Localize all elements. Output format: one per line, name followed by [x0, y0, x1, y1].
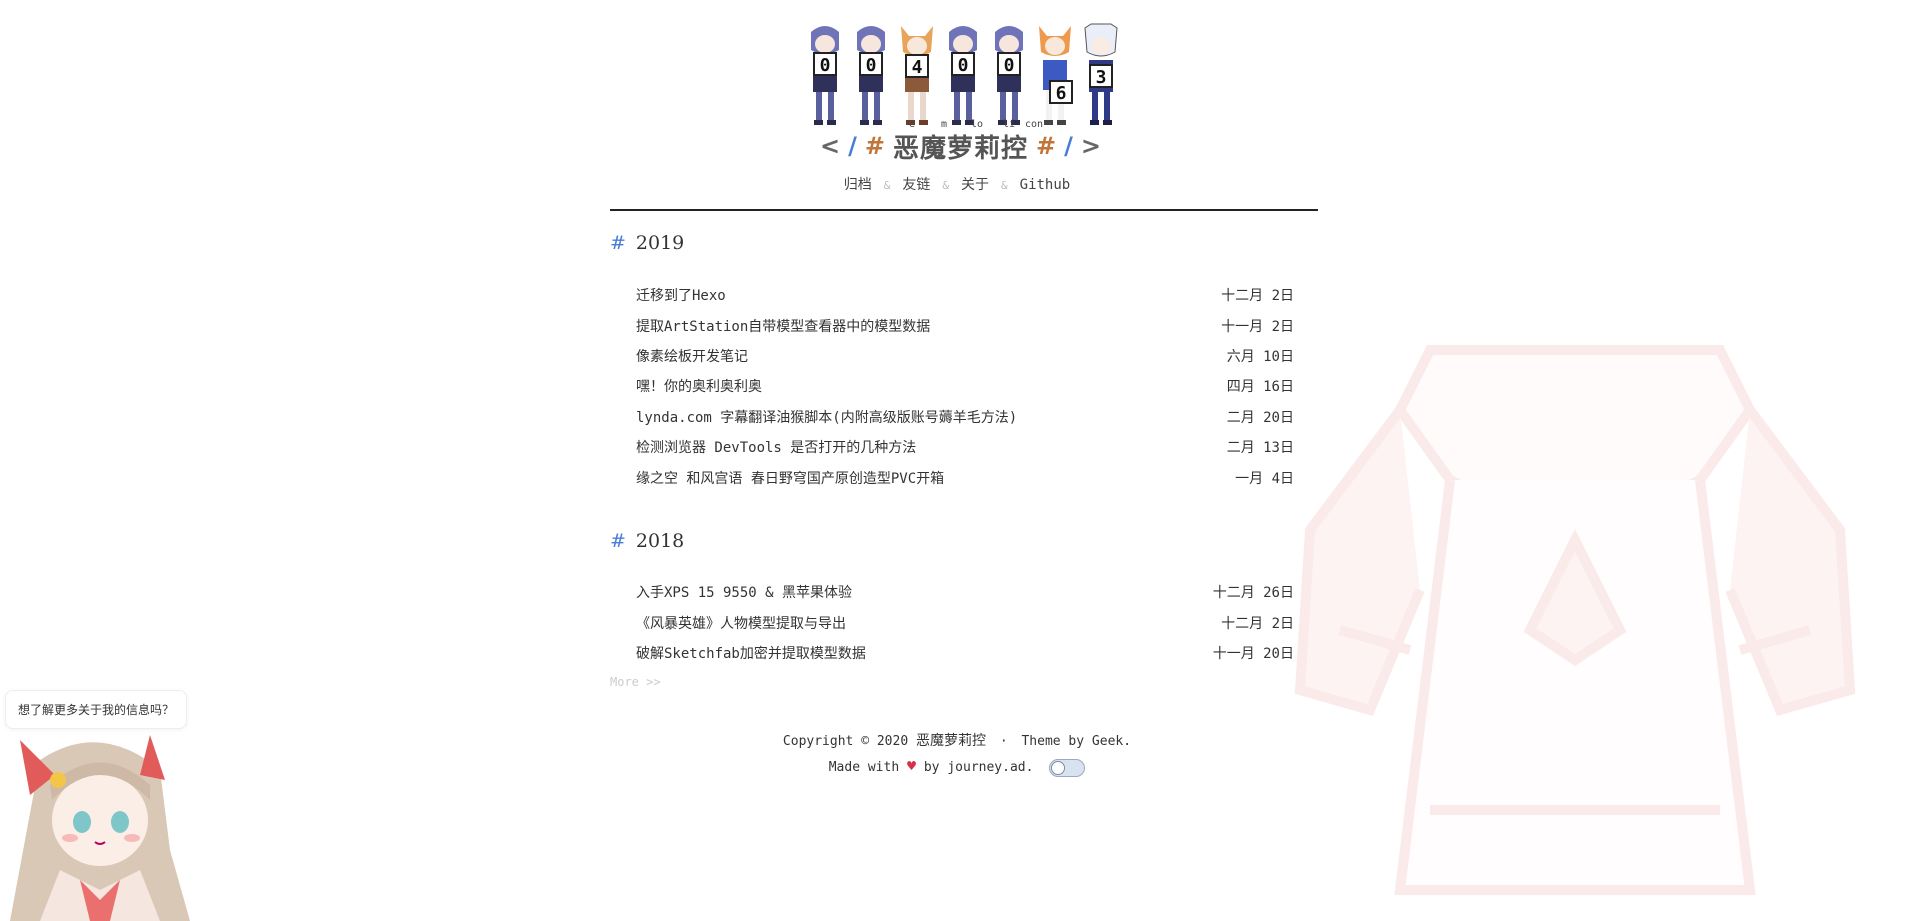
post-title[interactable]: 《风暴英雄》人物模型提取与导出	[636, 613, 846, 633]
post-list-2019: 迁移到了Hexo 十二月 2日 提取ArtStation自带模型查看器中的模型数据…	[636, 280, 1294, 493]
heart-icon: ♥	[907, 757, 917, 775]
year-label: 2019	[635, 232, 685, 254]
counter-girl-figure	[1039, 26, 1071, 125]
nav-separator: &	[942, 179, 950, 192]
post-list-2018: 入手XPS 15 9550 & 黑苹果体验 十二月 26日 《风暴英雄》人物模型提…	[636, 577, 1294, 668]
counter-digit: 0	[997, 52, 1021, 76]
year-hash: #	[610, 232, 626, 254]
counter-digit: 0	[859, 52, 883, 76]
year-label: 2018	[635, 530, 685, 552]
slash-mark: /	[848, 132, 857, 160]
post-date: 二月 20日	[1226, 409, 1294, 426]
left-bracket: <	[820, 132, 841, 160]
post-item[interactable]: 破解Sketchfab加密并提取模型数据 十一月 20日	[636, 638, 1294, 668]
post-title[interactable]: lynda.com 字幕翻译油猴脚本(内附高级版账号薅羊毛方法)	[636, 407, 1017, 427]
post-date: 十一月 20日	[1212, 645, 1294, 662]
right-bracket: >	[1080, 132, 1101, 160]
post-item[interactable]: 迁移到了Hexo 十二月 2日	[636, 280, 1294, 310]
nav-about[interactable]: 关于	[961, 177, 989, 193]
by-text: by journey.ad.	[923, 760, 1034, 775]
main-nav: 归档 & 友链 & 关于 & Github	[0, 174, 1914, 194]
counter-digit: 0	[813, 52, 837, 76]
site-title[interactable]: 恶魔萝莉控	[893, 128, 1028, 165]
post-date: 四月 16日	[1226, 379, 1294, 396]
post-title[interactable]: 入手XPS 15 9550 & 黑苹果体验	[636, 582, 852, 602]
post-item[interactable]: 缘之空 和风宫语 春日野穹国产原创造型PVC开箱 一月 4日	[636, 462, 1294, 492]
post-item[interactable]: 检测浏览器 DevTools 是否打开的几种方法 二月 13日	[636, 432, 1294, 462]
post-title[interactable]: 像素绘板开发笔记	[636, 346, 748, 366]
footer-site-link[interactable]: 恶魔萝莉控	[916, 733, 986, 749]
footer-dot: ·	[999, 734, 1008, 749]
visitor-counter: 0 0 4 0 0 6 3	[805, 22, 1125, 127]
year-hash: #	[610, 530, 626, 552]
made-with-text: Made with	[828, 760, 900, 775]
post-title[interactable]: 缘之空 和风宫语 春日野穹国产原创造型PVC开箱	[636, 468, 944, 488]
post-title[interactable]: 破解Sketchfab加密并提取模型数据	[636, 643, 866, 663]
year-heading: #2019	[610, 232, 684, 254]
copyright-line: Copyright © 2020 恶魔萝莉控 · Theme by Geek.	[0, 729, 1914, 754]
post-item[interactable]: 《风暴英雄》人物模型提取与导出 十二月 2日	[636, 607, 1294, 637]
theme-link[interactable]: Geek.	[1092, 734, 1131, 749]
post-item[interactable]: 提取ArtStation自带模型查看器中的模型数据 十一月 2日	[636, 310, 1294, 340]
theme-toggle-knob	[1051, 760, 1066, 775]
slash-mark: /	[1064, 132, 1073, 160]
post-date: 十一月 2日	[1221, 318, 1294, 335]
nav-friends[interactable]: 友链	[902, 177, 930, 193]
post-date: 十二月 2日	[1221, 288, 1294, 305]
post-date: 一月 4日	[1235, 470, 1294, 487]
header-divider	[610, 209, 1318, 211]
post-title[interactable]: 检测浏览器 DevTools 是否打开的几种方法	[636, 437, 916, 457]
more-link[interactable]: More >>	[610, 675, 661, 689]
post-item[interactable]: 像素绘板开发笔记 六月 10日	[636, 341, 1294, 371]
mascot-tip-bubble: 想了解更多关于我的信息吗？	[5, 690, 188, 729]
year-heading: #2018	[610, 530, 684, 552]
nav-separator: &	[883, 179, 891, 192]
post-item[interactable]: lynda.com 字幕翻译油猴脚本(内附高级版账号薅羊毛方法) 二月 20日	[636, 402, 1294, 432]
site-title-row[interactable]: < / # 恶魔萝莉控 # / >	[813, 128, 1108, 164]
nav-separator: &	[1001, 179, 1008, 192]
post-item[interactable]: 入手XPS 15 9550 & 黑苹果体验 十二月 26日	[636, 577, 1294, 607]
post-title[interactable]: 提取ArtStation自带模型查看器中的模型数据	[636, 316, 930, 336]
post-title[interactable]: 嘿！你的奥利奥利奥	[636, 376, 762, 396]
mascot-illustration[interactable]	[0, 730, 210, 921]
post-date: 十二月 2日	[1221, 615, 1294, 632]
post-date: 六月 10日	[1226, 348, 1294, 365]
theme-by-text: Theme by	[1021, 734, 1085, 749]
counter-digit: 6	[1049, 80, 1073, 104]
post-title[interactable]: 迁移到了Hexo	[636, 285, 726, 305]
post-date: 十二月 26日	[1212, 585, 1294, 602]
theme-toggle[interactable]	[1049, 758, 1086, 777]
nav-github[interactable]: Github	[1020, 177, 1071, 193]
hash-mark: #	[1036, 132, 1057, 160]
hash-mark: #	[864, 132, 885, 160]
post-item[interactable]: 嘿！你的奥利奥利奥 四月 16日	[636, 371, 1294, 401]
counter-digit: 3	[1089, 64, 1113, 88]
post-date: 二月 13日	[1226, 440, 1294, 457]
copyright-text: Copyright © 2020	[782, 734, 909, 749]
nav-archive[interactable]: 归档	[844, 177, 872, 193]
footer: Copyright © 2020 恶魔萝莉控 · Theme by Geek. …	[0, 729, 1914, 780]
counter-digit: 4	[905, 54, 929, 78]
background-costume-illustration	[1294, 345, 1856, 895]
made-with-line: Made with ♥ by journey.ad.	[0, 754, 1914, 780]
counter-digit: 0	[951, 52, 975, 76]
